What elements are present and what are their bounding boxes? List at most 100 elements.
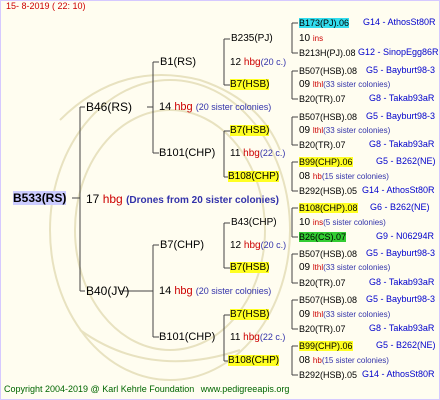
gen1-link-unit: hbg xyxy=(174,101,193,113)
gen3-link-unit: ins xyxy=(312,218,324,227)
gen4-node[interactable]: B292(HSB).05 xyxy=(299,368,357,382)
gen3-link: 08 hb(15 sister colonies) xyxy=(299,354,389,368)
gen1-link: 14 hbg (20 sister colonies) xyxy=(159,284,271,298)
gen3-link-note: (33 sister colonies) xyxy=(323,80,391,89)
gen3-link-unit: lthl xyxy=(312,310,324,319)
gen4-node[interactable]: B213H(PJ).08 xyxy=(299,46,356,60)
gen3-label: B108(CHP) xyxy=(228,355,280,366)
gen3-link-count: 08 xyxy=(299,355,311,366)
gen3-link-unit: lthl xyxy=(312,263,324,272)
gen2-node[interactable]: B101(CHP) xyxy=(159,146,215,160)
gen3-link-count: 09 xyxy=(299,79,311,90)
gen4-node[interactable]: B99(CHP).06 xyxy=(299,339,353,353)
gen3-link: 09 lthl(33 sister colonies) xyxy=(299,124,390,138)
gen1-link-count: 14 xyxy=(159,285,172,297)
gen4-pedigree: G8 - Takab93aR xyxy=(369,139,435,149)
gen2-node[interactable]: B101(CHP) xyxy=(159,330,215,344)
root-node[interactable]: B533(RS) xyxy=(13,191,67,205)
gen4-node[interactable]: B507(HSB).08 xyxy=(299,247,357,261)
gen3-node[interactable]: B108(CHP) xyxy=(228,170,280,184)
gen2-link: 11 hbg(22 c.) xyxy=(230,146,285,161)
gen1-link-count: 14 xyxy=(159,101,172,113)
gen4-node[interactable]: B507(HSB).08 xyxy=(299,64,357,78)
gen4-node[interactable]: B20(TR).07 xyxy=(299,92,346,106)
gen4-node[interactable]: B507(HSB).08 xyxy=(299,293,357,307)
gen4-pedigree: G14 - AthosSt80R xyxy=(362,185,435,195)
gen2-node[interactable]: B1(RS) xyxy=(160,55,196,69)
gen2-link-unit: hbg xyxy=(243,57,261,68)
gen2-link: 12 hbg(20 c.) xyxy=(230,238,286,253)
gen3-link: 08 hb(15 sister colonies) xyxy=(299,170,389,184)
gen3-node[interactable]: B43(CHP) xyxy=(231,216,277,230)
gen3-node[interactable]: B235(PJ) xyxy=(231,32,273,46)
gen2-link-note: (20 c.) xyxy=(260,240,287,250)
gen4-label: B108(CHP).08 xyxy=(299,203,358,213)
gen4-node[interactable]: B507(HSB).08 xyxy=(299,110,357,124)
gen4-pedigree: G8 - Takab93aR xyxy=(369,277,435,287)
gen2-link-count: 12 xyxy=(230,57,242,68)
gen4-node[interactable]: B173(PJ).06 xyxy=(299,16,350,30)
gen4-node[interactable]: B108(CHP).08 xyxy=(299,201,358,215)
gen3-link-unit: hb xyxy=(312,172,322,181)
gen3-link-count: 09 xyxy=(299,262,311,273)
gen4-pedigree: G5 - Bayburt98-3 xyxy=(366,65,436,75)
gen3-label: B7(HSB) xyxy=(230,125,270,136)
gen4-pedigree: G12 - SinopEgg86R xyxy=(358,47,439,57)
gen4-label: B173(PJ).06 xyxy=(299,18,350,28)
gen3-link-unit: lthl xyxy=(312,80,324,89)
gen3-link-count: 10 xyxy=(299,217,311,228)
footer-copyright: Copyright 2004-2019 @ Karl Kehrle Founda… xyxy=(4,384,195,394)
gen4-pedigree: G5 - B262(NE) xyxy=(376,156,436,166)
gen4-pedigree: G14 - AthosSt80R xyxy=(363,17,436,27)
gen3-link: 10 ins xyxy=(299,32,323,46)
gen3-node[interactable]: B7(HSB) xyxy=(230,308,270,322)
gen2-link: 12 hbg(20 c.) xyxy=(230,55,286,70)
gen3-node[interactable]: B7(HSB) xyxy=(230,124,270,138)
gen4-node[interactable]: B20(TR).07 xyxy=(299,138,346,152)
gen3-link: 09 lthl(33 sister colonies) xyxy=(299,78,390,92)
gen3-link-note: (15 sister colonies) xyxy=(321,356,389,365)
gen3-link-note: (15 sister colonies) xyxy=(321,172,389,181)
gen4-node[interactable]: B20(TR).07 xyxy=(299,276,346,290)
gen2-link-count: 11 xyxy=(230,332,241,343)
gen1-link-unit: hbg xyxy=(174,285,193,297)
gen3-label: B108(CHP) xyxy=(228,171,280,182)
gen3-link-count: 10 xyxy=(299,33,311,44)
gen4-pedigree: G5 - B262(NE) xyxy=(376,340,436,350)
gen4-pedigree: G5 - Bayburt98-3 xyxy=(366,294,436,304)
gen1-link: 14 hbg (20 sister colonies) xyxy=(159,100,271,114)
root-link-unit: hbg xyxy=(102,192,123,206)
footer-url[interactable]: www.pedigreeapis.org xyxy=(201,384,290,394)
footer: Copyright 2004-2019 @ Karl Kehrle Founda… xyxy=(4,384,434,394)
gen3-link-count: 08 xyxy=(299,171,311,182)
gen2-link-count: 11 xyxy=(230,148,241,159)
gen2-link: 11 hbg(22 c.) xyxy=(230,330,285,345)
gen1-link-note: (20 sister colonies) xyxy=(195,102,272,112)
gen4-node[interactable]: B99(CHP).06 xyxy=(299,155,353,169)
gen2-link-note: (22 c.) xyxy=(259,332,286,342)
gen3-link-note: (33 sister colonies) xyxy=(323,310,391,319)
root-label: B533(RS) xyxy=(13,191,67,205)
gen4-pedigree: G5 - Bayburt98-3 xyxy=(366,111,436,121)
gen3-link: 09 lthl(33 sister colonies) xyxy=(299,261,390,275)
gen4-pedigree: G5 - Bayburt98-3 xyxy=(366,248,436,258)
gen2-node[interactable]: B7(CHP) xyxy=(160,238,204,252)
gen3-node[interactable]: B7(HSB) xyxy=(230,78,270,92)
gen4-pedigree: G6 - B262(NE) xyxy=(370,202,430,212)
gen4-label: B99(CHP).06 xyxy=(299,341,353,351)
root-link: 17 hbg (Drones from 20 sister colonies) xyxy=(86,192,279,208)
gen4-node[interactable]: B292(HSB).05 xyxy=(299,184,357,198)
gen1-node[interactable]: B46(RS) xyxy=(86,100,132,114)
gen3-link-note: (5 sister colonies) xyxy=(323,218,386,227)
gen4-node[interactable]: B26(CS).07 xyxy=(299,230,347,244)
root-link-count: 17 xyxy=(86,192,100,206)
gen4-node[interactable]: B20(TR).07 xyxy=(299,322,346,336)
gen3-node[interactable]: B108(CHP) xyxy=(228,354,280,368)
gen3-link-count: 09 xyxy=(299,309,311,320)
gen3-node[interactable]: B7(HSB) xyxy=(230,261,270,275)
gen3-link: 09 lthl(33 sister colonies) xyxy=(299,308,390,322)
gen2-link-note: (20 c.) xyxy=(260,57,287,67)
gen3-link-unit: hb xyxy=(312,356,322,365)
gen3-label: B7(HSB) xyxy=(230,79,270,90)
gen1-node[interactable]: B40(JV) xyxy=(86,284,129,298)
